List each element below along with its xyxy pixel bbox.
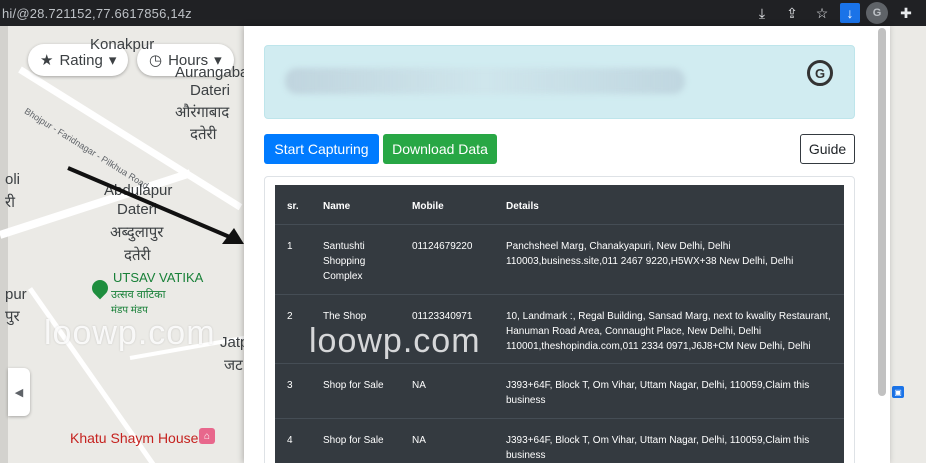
poi-label[interactable]: UTSAV VATIKA — [113, 270, 203, 285]
profile-icon[interactable]: G — [866, 2, 888, 24]
rating-chip-label: Rating — [59, 51, 103, 69]
place-label: Dateri — [190, 82, 231, 99]
chevron-down-icon: ▾ — [108, 52, 117, 69]
toolbar-icons: ⤓ ⇪ ☆ ↓ G ✚ — [750, 2, 918, 24]
clock-icon: ◷ — [149, 52, 163, 69]
venue-pin-icon[interactable] — [88, 276, 112, 300]
extensions-icon[interactable]: ✚ — [894, 2, 918, 24]
collapse-panel-button[interactable]: ◀ — [8, 368, 30, 416]
table-header: sr. Name Mobile Details — [275, 185, 844, 225]
poi-label[interactable]: Khatu Shaym House — [70, 430, 198, 446]
hotel-icon[interactable]: ⌂ — [199, 428, 215, 444]
table-row: 4 Shop for Sale NA J393+64F, Block T, Om… — [275, 419, 844, 463]
table-row: 1 Santushti Shopping Complex 01124679220… — [275, 225, 844, 295]
row-mobile: NA — [412, 435, 426, 446]
row-mobile: NA — [412, 380, 426, 391]
row-number: 1 — [287, 241, 293, 252]
column-header: sr. — [287, 201, 299, 212]
browser-toolbar: hi/@28.721152,77.6617856,14z ⤓ ⇪ ☆ ↓ G ✚ — [0, 0, 926, 26]
star-icon: ★ — [40, 52, 54, 69]
poi-label: उत्सव वाटिका — [111, 289, 166, 301]
popup-scrollbar[interactable] — [878, 28, 886, 396]
row-details: J393+64F, Block T, Om Vihar, Uttam Nagar… — [506, 435, 810, 461]
header-banner: G — [264, 45, 855, 119]
row-number: 4 — [287, 435, 293, 446]
row-number: 3 — [287, 380, 293, 391]
guide-button[interactable]: Guide — [800, 134, 855, 164]
download-icon[interactable]: ↓ — [840, 3, 860, 23]
address-bar[interactable]: hi/@28.721152,77.6617856,14z — [0, 6, 192, 21]
transit-icon[interactable]: ▣ — [892, 386, 904, 398]
place-label: Konakpur — [90, 36, 155, 53]
watermark: loowp.com — [309, 322, 481, 360]
row-name: Santushti Shopping Complex — [323, 241, 366, 282]
extension-popup: G Start Capturing Download Data Guide sr… — [244, 26, 890, 463]
start-capturing-button[interactable]: Start Capturing — [264, 134, 379, 164]
place-label: दतेरी — [190, 126, 217, 143]
place-label: जट — [224, 357, 243, 374]
place-label: औरंगाबाद — [175, 104, 230, 121]
table-row: 3 Shop for Sale NA J393+64F, Block T, Om… — [275, 364, 844, 419]
row-details: Panchsheel Marg, Chanakyapuri, New Delhi… — [506, 241, 794, 267]
row-mobile: 01124679220 — [412, 241, 473, 252]
row-details: J393+64F, Block T, Om Vihar, Uttam Nagar… — [506, 380, 810, 406]
chevron-left-icon: ◀ — [14, 386, 24, 399]
row-details: 10, Landmark :, Regal Building, Sansad M… — [506, 311, 831, 352]
column-header: Details — [506, 201, 539, 212]
download-data-button[interactable]: Download Data — [383, 134, 497, 164]
annotation-arrow — [67, 166, 244, 244]
logo-icon: G — [807, 60, 833, 86]
place-label: री — [5, 194, 16, 211]
row-name: Shop for Sale — [323, 435, 384, 446]
place-label: oli — [5, 171, 21, 188]
place-label: पुर — [5, 308, 20, 325]
column-header: Mobile — [412, 201, 444, 212]
map-edge — [0, 26, 8, 463]
blurred-banner-text — [285, 68, 685, 94]
share-icon[interactable]: ⇪ — [780, 2, 804, 24]
star-icon[interactable]: ☆ — [810, 2, 834, 24]
watermark: loowp.com — [44, 314, 216, 352]
column-header: Name — [323, 201, 351, 212]
row-name: Shop for Sale — [323, 380, 384, 391]
place-label: pur — [5, 286, 27, 303]
download-tray-icon[interactable]: ⤓ — [750, 2, 774, 24]
